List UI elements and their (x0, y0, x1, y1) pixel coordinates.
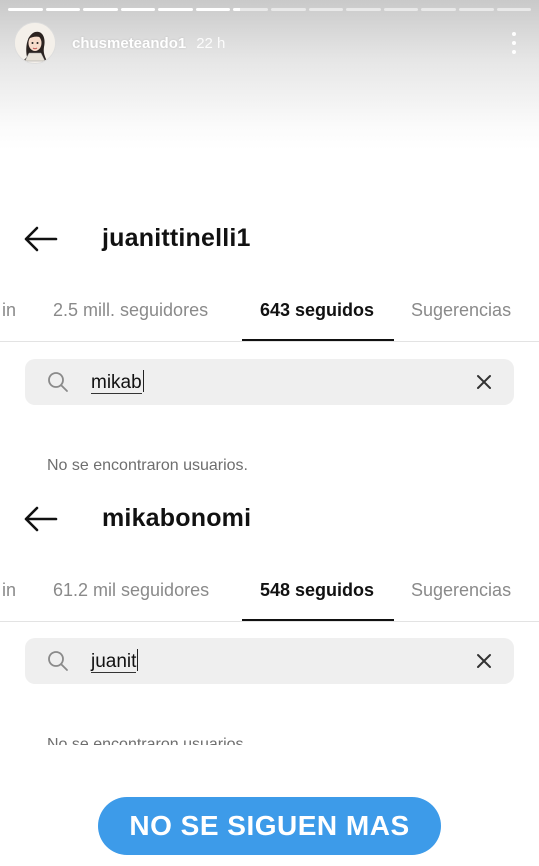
story-progress-segment (496, 8, 532, 11)
avatar[interactable] (14, 22, 56, 64)
story-progress-segment (83, 8, 118, 11)
story-progress-segment (158, 8, 193, 11)
close-icon[interactable] (474, 372, 494, 392)
story-progress-segment (308, 8, 344, 11)
caption-sticker: NO SE SIGUEN MAS (98, 797, 441, 855)
story-progress-segment (346, 8, 381, 11)
tab-following[interactable]: 548 seguidos (260, 580, 374, 601)
search-input[interactable]: juanit (25, 638, 514, 684)
profile-username: mikabonomi (102, 504, 252, 532)
search-query[interactable]: juanit (91, 649, 139, 673)
tab-partial[interactable]: in (2, 300, 16, 321)
tabs-divider (0, 621, 539, 622)
active-tab-indicator (242, 339, 394, 341)
tab-followers[interactable]: 61.2 mil seguidores (53, 580, 209, 601)
story-progress-segment (271, 8, 306, 11)
story-progress-bar (8, 8, 532, 11)
search-icon (47, 371, 69, 393)
back-arrow-icon[interactable] (22, 224, 58, 254)
story-progress-segment (233, 8, 269, 11)
tab-followers[interactable]: 2.5 mill. seguidores (53, 300, 208, 321)
following-screen-2: mikabonomi in 61.2 mil seguidores 548 se… (0, 494, 539, 753)
story-header: chusmeteando1 22 h (14, 22, 225, 64)
story-progress-segment (195, 8, 231, 11)
profile-header: juanittinelli1 (0, 214, 539, 264)
profile-username: juanittinelli1 (102, 224, 251, 252)
active-tab-indicator (242, 619, 394, 621)
profile-header: mikabonomi (0, 494, 539, 544)
story-username[interactable]: chusmeteando1 (72, 35, 186, 52)
search-input[interactable]: mikab (25, 359, 514, 405)
tab-partial[interactable]: in (2, 580, 16, 601)
tab-following[interactable]: 643 seguidos (260, 300, 374, 321)
profile-tabs: in 2.5 mill. seguidores 643 seguidos Sug… (0, 286, 539, 348)
story-progress-segment (8, 8, 43, 11)
story-progress-segment (383, 8, 419, 11)
story-timestamp: 22 h (196, 34, 226, 52)
profile-tabs: in 61.2 mil seguidores 548 seguidos Suge… (0, 566, 539, 628)
back-arrow-icon[interactable] (22, 504, 58, 534)
tab-suggestions[interactable]: Sugerencias (411, 580, 511, 601)
tab-suggestions[interactable]: Sugerencias (411, 300, 511, 321)
avatar-illustration-icon (15, 23, 55, 63)
more-vertical-icon[interactable] (511, 32, 517, 54)
close-icon[interactable] (474, 651, 494, 671)
empty-results-message: No se encontraron usuarios. (47, 457, 248, 474)
story-progress-segment (120, 8, 156, 11)
search-query[interactable]: mikab (91, 370, 144, 394)
story-progress-segment (45, 8, 81, 11)
story-progress-segment (458, 8, 494, 11)
tabs-divider (0, 341, 539, 342)
following-screen-1: juanittinelli1 in 2.5 mill. seguidores 6… (0, 214, 539, 474)
search-icon (47, 650, 69, 672)
story-progress-segment (421, 8, 456, 11)
